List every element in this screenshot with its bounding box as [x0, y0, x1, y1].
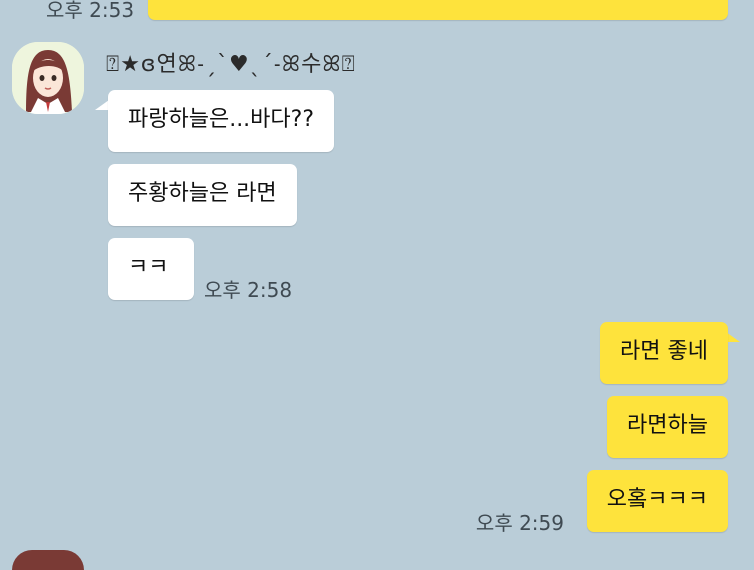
bubble-tail	[95, 100, 109, 110]
sender-avatar-partial[interactable]	[12, 550, 84, 570]
bubble-tail	[726, 332, 740, 342]
outgoing-message[interactable]: 라면 좋네	[600, 322, 728, 384]
message-bubble-partial[interactable]	[148, 0, 728, 20]
outgoing-message[interactable]: 오홐ㅋㅋㅋ	[586, 470, 728, 532]
sender-avatar[interactable]	[12, 42, 84, 114]
incoming-message[interactable]: ㅋㅋ	[108, 238, 194, 300]
incoming-message[interactable]: 파랑하늘은...바다??	[108, 90, 335, 152]
message-time: 오후 2:58	[204, 278, 293, 302]
outgoing-message[interactable]: 라면하늘	[607, 396, 728, 458]
incoming-message[interactable]: 주황하늘은 라면	[108, 164, 297, 226]
sender-name: ⍰★ɞ연ꕤ˗ˏˋ♥ˎˊ˗ꕤ수ꕤ⍰	[106, 52, 356, 77]
message-time: 오후 2:59	[475, 511, 564, 535]
message-time: 오후 2:53	[46, 0, 135, 22]
avatar-portrait-icon	[12, 42, 84, 114]
